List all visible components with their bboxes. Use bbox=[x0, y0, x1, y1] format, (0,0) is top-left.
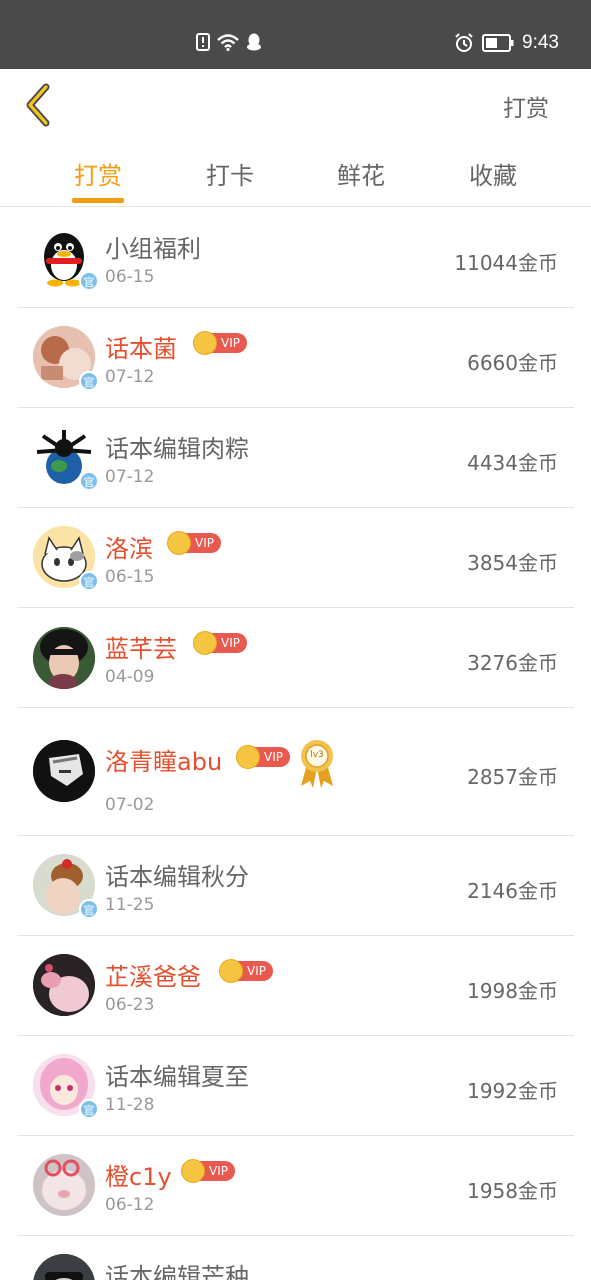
tab-bar: 打赏 打卡 鲜花 收藏 bbox=[0, 141, 591, 207]
coin-amount: 6660金币 bbox=[467, 351, 558, 375]
list-item[interactable]: 芷溪爸爸 VIP 06-23 1998金币 bbox=[17, 936, 574, 1036]
coin-amount: 1992金币 bbox=[467, 1079, 558, 1103]
coin-amount: 1998金币 bbox=[467, 979, 558, 1003]
nav-bar: 打赏 bbox=[0, 69, 591, 141]
coin-amount: 4434金币 bbox=[467, 451, 558, 475]
clock-time: 9:43 bbox=[522, 32, 559, 53]
back-button[interactable] bbox=[22, 83, 56, 127]
list-item[interactable]: 官 话本编辑夏至 11-28 1992金币 bbox=[17, 1036, 574, 1136]
avatar bbox=[33, 954, 95, 1016]
vip-badge: VIP bbox=[193, 331, 247, 355]
coin-amount: 11044金币 bbox=[454, 251, 558, 275]
reward-date: 07-12 bbox=[105, 367, 155, 387]
crown-icon bbox=[167, 531, 191, 555]
vip-badge: VIP bbox=[193, 631, 247, 655]
user-name: 蓝芊芸 bbox=[105, 635, 177, 663]
crown-icon bbox=[219, 959, 243, 983]
avatar bbox=[33, 1254, 95, 1280]
status-icons-center bbox=[196, 33, 262, 51]
official-badge: 官 bbox=[79, 1099, 99, 1119]
status-icons-right: 9:43 bbox=[454, 33, 559, 53]
vip-badge: VIP bbox=[167, 531, 221, 555]
vip-badge: VIP bbox=[219, 959, 273, 983]
user-name: 话本编辑芒种 bbox=[105, 1263, 249, 1280]
avatar bbox=[33, 1154, 95, 1216]
crown-icon bbox=[236, 745, 260, 769]
user-name: 洛青瞳abu bbox=[105, 748, 223, 776]
official-badge: 官 bbox=[79, 371, 99, 391]
avatar bbox=[33, 627, 95, 689]
reward-date: 06-15 bbox=[105, 267, 155, 287]
official-badge: 官 bbox=[79, 471, 99, 491]
reward-date: 11-28 bbox=[105, 1095, 155, 1115]
user-name: 小组福利 bbox=[105, 235, 201, 263]
user-name: 洛滨 bbox=[105, 535, 153, 563]
tab-flowers[interactable]: 鲜花 bbox=[311, 156, 411, 191]
list-item[interactable]: 洛青瞳abu VIP lv3 07-02 2857金币 bbox=[17, 708, 574, 836]
user-name: 话本编辑夏至 bbox=[105, 1063, 249, 1091]
alarm-icon bbox=[455, 33, 473, 52]
official-badge: 官 bbox=[79, 271, 99, 291]
vip-badge: VIP bbox=[236, 745, 290, 769]
coin-amount: 3276金币 bbox=[467, 651, 558, 675]
status-bar: 9:43 bbox=[0, 0, 591, 69]
reward-date: 07-12 bbox=[105, 467, 155, 487]
reward-date: 06-15 bbox=[105, 567, 155, 587]
list-item[interactable]: 橙c1y VIP 06-12 1958金币 bbox=[17, 1136, 574, 1236]
list-item[interactable]: 官 话本编辑秋分 11-25 2146金币 bbox=[17, 836, 574, 936]
crown-icon bbox=[181, 1159, 205, 1183]
coin-amount: 3854金币 bbox=[467, 551, 558, 575]
list-item[interactable]: 官 话本编辑肉粽 07-12 4434金币 bbox=[17, 408, 574, 508]
user-name: 芷溪爸爸 bbox=[105, 963, 201, 991]
tab-checkin[interactable]: 打卡 bbox=[180, 156, 280, 191]
sim-alert-icon bbox=[196, 33, 210, 51]
tab-reward[interactable]: 打赏 bbox=[48, 156, 148, 191]
level-medal: lv3 bbox=[299, 738, 335, 788]
reward-date: 04-09 bbox=[105, 667, 155, 687]
coin-amount: 1958金币 bbox=[467, 1179, 558, 1203]
crown-icon bbox=[193, 331, 217, 355]
reward-ranking-list: 官 小组福利 06-15 11044金币 官 话本菌 VIP 07-12 666… bbox=[0, 208, 591, 1280]
user-name: 橙c1y bbox=[105, 1163, 172, 1191]
reward-date: 07-02 bbox=[105, 795, 155, 815]
crown-icon bbox=[193, 631, 217, 655]
wifi-icon bbox=[217, 34, 239, 51]
reward-action-button[interactable]: 打赏 bbox=[503, 89, 549, 123]
reward-date: 11-25 bbox=[105, 895, 155, 915]
reward-date: 06-12 bbox=[105, 1195, 155, 1215]
list-item[interactable]: 话本编辑芒种 bbox=[17, 1236, 574, 1280]
coin-amount: 2857金币 bbox=[467, 765, 558, 789]
user-name: 话本编辑秋分 bbox=[105, 863, 249, 891]
chevron-left-icon bbox=[26, 83, 50, 127]
reward-date: 06-23 bbox=[105, 995, 155, 1015]
vip-badge: VIP bbox=[181, 1159, 235, 1183]
official-badge: 官 bbox=[79, 571, 99, 591]
list-item[interactable]: 官 洛滨 VIP 06-15 3854金币 bbox=[17, 508, 574, 608]
user-name: 话本菌 bbox=[105, 335, 177, 363]
battery-icon bbox=[482, 34, 514, 52]
active-tab-indicator bbox=[72, 198, 124, 203]
list-item[interactable]: 蓝芊芸 VIP 04-09 3276金币 bbox=[17, 608, 574, 708]
qq-icon bbox=[247, 33, 261, 51]
list-item[interactable]: 官 话本菌 VIP 07-12 6660金币 bbox=[17, 308, 574, 408]
level-medal-label: lv3 bbox=[310, 750, 324, 760]
avatar bbox=[33, 740, 95, 802]
tab-favorites[interactable]: 收藏 bbox=[443, 156, 543, 191]
official-badge: 官 bbox=[79, 899, 99, 919]
list-item[interactable]: 官 小组福利 06-15 11044金币 bbox=[17, 208, 574, 308]
coin-amount: 2146金币 bbox=[467, 879, 558, 903]
user-name: 话本编辑肉粽 bbox=[105, 435, 249, 463]
